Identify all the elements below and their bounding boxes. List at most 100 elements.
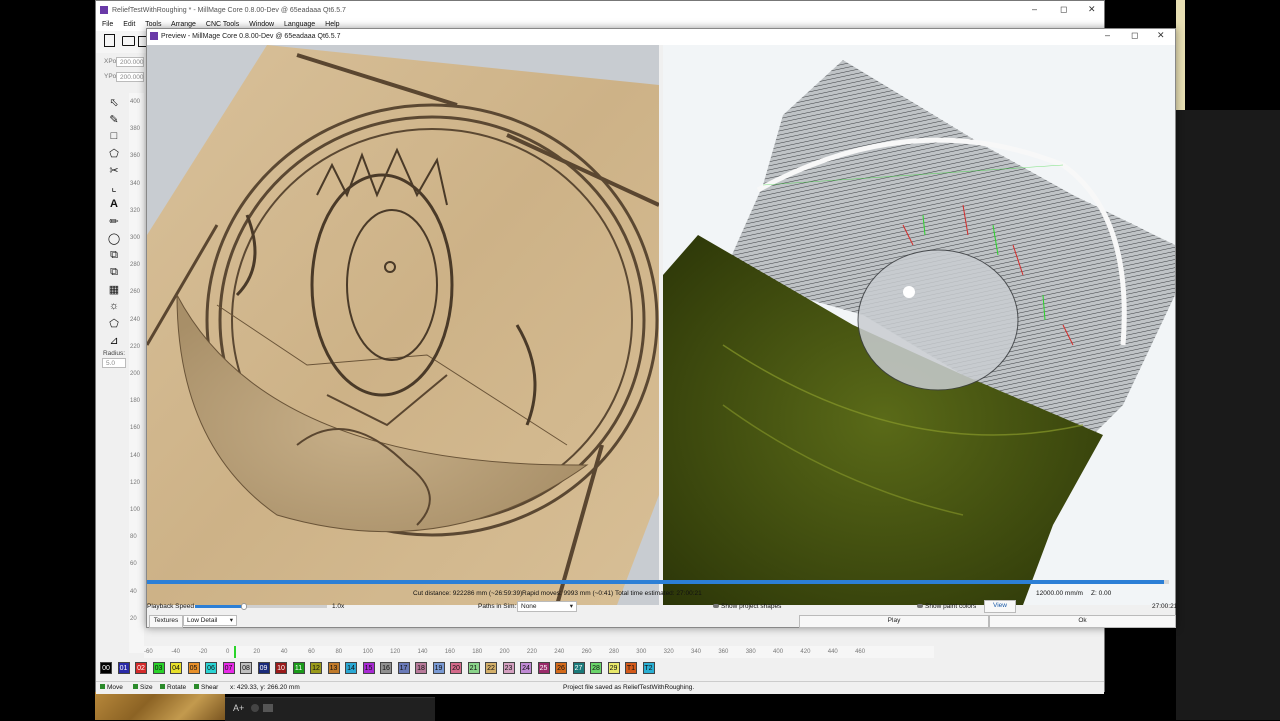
menu-arrange[interactable]: Arrange [171,21,196,28]
ruler-v-label: 320 [130,207,141,214]
copy-icon[interactable]: ⧉ [106,247,122,263]
color-swatch-02[interactable]: 02 [135,662,147,674]
color-swatch-13[interactable]: 13 [327,662,340,674]
preview-minimize-icon[interactable]: – [1105,30,1110,40]
open-folder-icon[interactable] [122,36,135,46]
color-swatch-07[interactable]: 07 [222,662,235,674]
color-swatch-19[interactable]: 19 [432,662,445,674]
ruler-v-label: 280 [130,262,141,269]
view-button[interactable]: View [984,600,1016,613]
node-edit-icon[interactable]: ✂ [106,162,122,178]
menu-file[interactable]: File [102,21,113,28]
menu-window[interactable]: Window [249,21,274,28]
color-swatch-01[interactable]: 01 [117,662,130,674]
color-swatch-21[interactable]: 21 [467,662,480,674]
color-swatch-18[interactable]: 18 [415,662,427,674]
circular-array-icon[interactable]: ☼ [106,298,122,314]
simulation-progress-bar[interactable] [147,580,1169,584]
user-add-icon[interactable]: A+ [233,703,244,713]
playback-speed-handle[interactable] [240,603,247,610]
text-icon[interactable]: A [106,196,122,212]
color-swatch-23[interactable]: 23 [502,662,515,674]
measure-icon[interactable]: ✏ [106,213,122,229]
color-swatch-22[interactable]: 22 [485,662,497,674]
select-cursor-icon[interactable]: ⬁ [106,94,122,110]
color-swatch-28[interactable]: 28 [590,662,602,674]
shear-toggle[interactable]: Shear [194,684,218,691]
show-project-shapes-toggle[interactable]: Show project shapes [713,603,781,610]
color-swatch-00[interactable]: 00 [100,662,112,674]
move-toggle[interactable]: Move [100,684,123,691]
ruler-h-label: 140 [417,649,428,655]
color-swatch-10[interactable]: 10 [275,662,287,674]
color-swatch-06[interactable]: 06 [205,662,217,674]
close-icon[interactable]: ✕ [1088,4,1096,15]
color-swatch-08[interactable]: 08 [240,662,252,674]
size-toggle[interactable]: Size [133,684,153,691]
color-swatch-09[interactable]: 09 [257,662,270,674]
paths-in-sim-value: None [521,603,537,610]
color-swatch-20[interactable]: 20 [450,662,462,674]
rotate-toggle[interactable]: Rotate [160,684,186,691]
color-swatch-11[interactable]: 11 [292,662,305,674]
polygon-icon[interactable]: ⬠ [106,145,122,161]
rotate-check-icon [160,684,165,689]
color-swatch-12[interactable]: 12 [310,662,322,674]
color-swatch-16[interactable]: 16 [380,662,392,674]
color-swatch-26[interactable]: 26 [555,662,567,674]
new-file-icon[interactable] [104,34,115,47]
grid-array-icon[interactable]: ▦ [106,281,122,297]
offset-icon[interactable]: ◯ [106,230,122,246]
color-swatch-15[interactable]: 15 [362,662,375,674]
shape-icon[interactable]: ⬠ [106,315,122,331]
color-swatch-03[interactable]: 03 [152,662,165,674]
color-swatch-T1[interactable]: T1 [625,662,637,674]
color-swatch-27[interactable]: 27 [572,662,585,674]
size-check-icon [133,684,138,689]
ruler-h-label: 440 [827,649,838,655]
maximize-icon[interactable]: ◻ [1060,4,1067,15]
play-button[interactable]: Play [799,615,989,628]
color-swatch-05[interactable]: 05 [187,662,200,674]
preview-maximize-icon[interactable]: ◻ [1131,30,1138,41]
radius-input[interactable]: 5.0 [102,358,126,368]
menu-language[interactable]: Language [284,21,315,28]
chevron-down-icon: ▾ [569,603,573,610]
pen-icon[interactable]: ✎ [106,111,122,127]
ruler-v-label: 260 [130,289,141,296]
array-icon[interactable]: ⧉ [106,264,122,280]
playback-speed-slider[interactable] [195,603,327,610]
rapid-moves: Rapid moves: 9993 mm (~0:41) [522,590,614,597]
xpos-input[interactable]: 200.000 [116,57,144,67]
rectangle-icon[interactable]: □ [106,128,122,144]
menu-tools[interactable]: Tools [145,21,161,28]
minimize-icon[interactable]: – [1032,4,1037,14]
simulation-render-view[interactable] [147,45,659,605]
color-swatch-25[interactable]: 25 [537,662,550,674]
corner-icon[interactable]: ⊿ [106,332,122,348]
ok-button[interactable]: Ok [989,615,1176,628]
color-swatch-24[interactable]: 24 [520,662,532,674]
menu-edit[interactable]: Edit [123,21,135,28]
paths-in-sim-select[interactable]: None ▾ [517,601,577,612]
preview-close-icon[interactable]: ✕ [1157,30,1165,41]
textures-button[interactable]: Textures [149,615,183,628]
ruler-v-label: 120 [130,479,141,486]
color-swatch-T2[interactable]: T2 [642,662,655,674]
menu-cnc-tools[interactable]: CNC Tools [206,21,239,28]
taskbar-circle-icon[interactable] [251,704,259,712]
taskbar-app-icon[interactable] [263,704,273,712]
ruler-h-label: -40 [171,649,181,655]
main-window-title: ReliefTestWithRoughing * - MillMage Core… [112,7,346,14]
color-swatch-04[interactable]: 04 [170,662,182,674]
ypos-input[interactable]: 200.000 [116,72,144,82]
color-swatch-29[interactable]: 29 [607,662,620,674]
status-bar: Move Size Rotate Shear x: 429.33, y: 266… [96,681,1104,694]
detail-level-select[interactable]: Low Detail ▾ [183,615,237,626]
show-paint-colors-toggle[interactable]: Show paint colors [917,603,976,610]
menu-help[interactable]: Help [325,21,339,28]
crop-icon[interactable]: ⌞ [106,179,122,195]
toolpath-3d-view[interactable] [663,45,1175,605]
color-swatch-17[interactable]: 17 [397,662,410,674]
color-swatch-14[interactable]: 14 [345,662,357,674]
